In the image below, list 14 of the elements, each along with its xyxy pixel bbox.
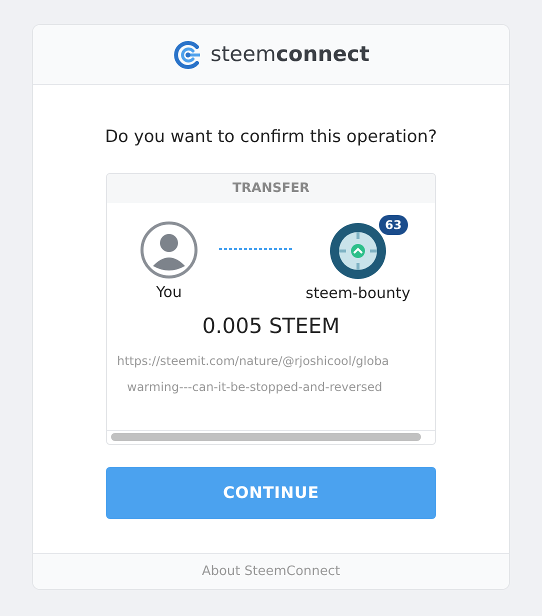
about-link[interactable]: About SteemConnect <box>202 562 340 582</box>
user-avatar-icon <box>140 221 198 279</box>
continue-button[interactable]: CONTINUE <box>106 466 436 518</box>
sender-name: You <box>156 282 182 303</box>
reputation-badge: 63 <box>379 215 408 235</box>
transfer-amount: 0.005 STEEM <box>201 312 341 340</box>
logo-icon <box>172 40 202 70</box>
memo-line: warming---can-it-be-stopped-and-reversed <box>126 379 384 396</box>
confirm-question: Do you want to confirm this operation? <box>104 126 438 149</box>
operation-type: TRANSFER <box>107 174 435 203</box>
brand-name: steemconnect <box>210 40 370 68</box>
scrollbar[interactable] <box>111 433 421 441</box>
memo-line: https://steemit.com/nature/@rjoshicool/globa <box>116 353 390 370</box>
recipient-name: steem-bounty <box>306 283 410 304</box>
